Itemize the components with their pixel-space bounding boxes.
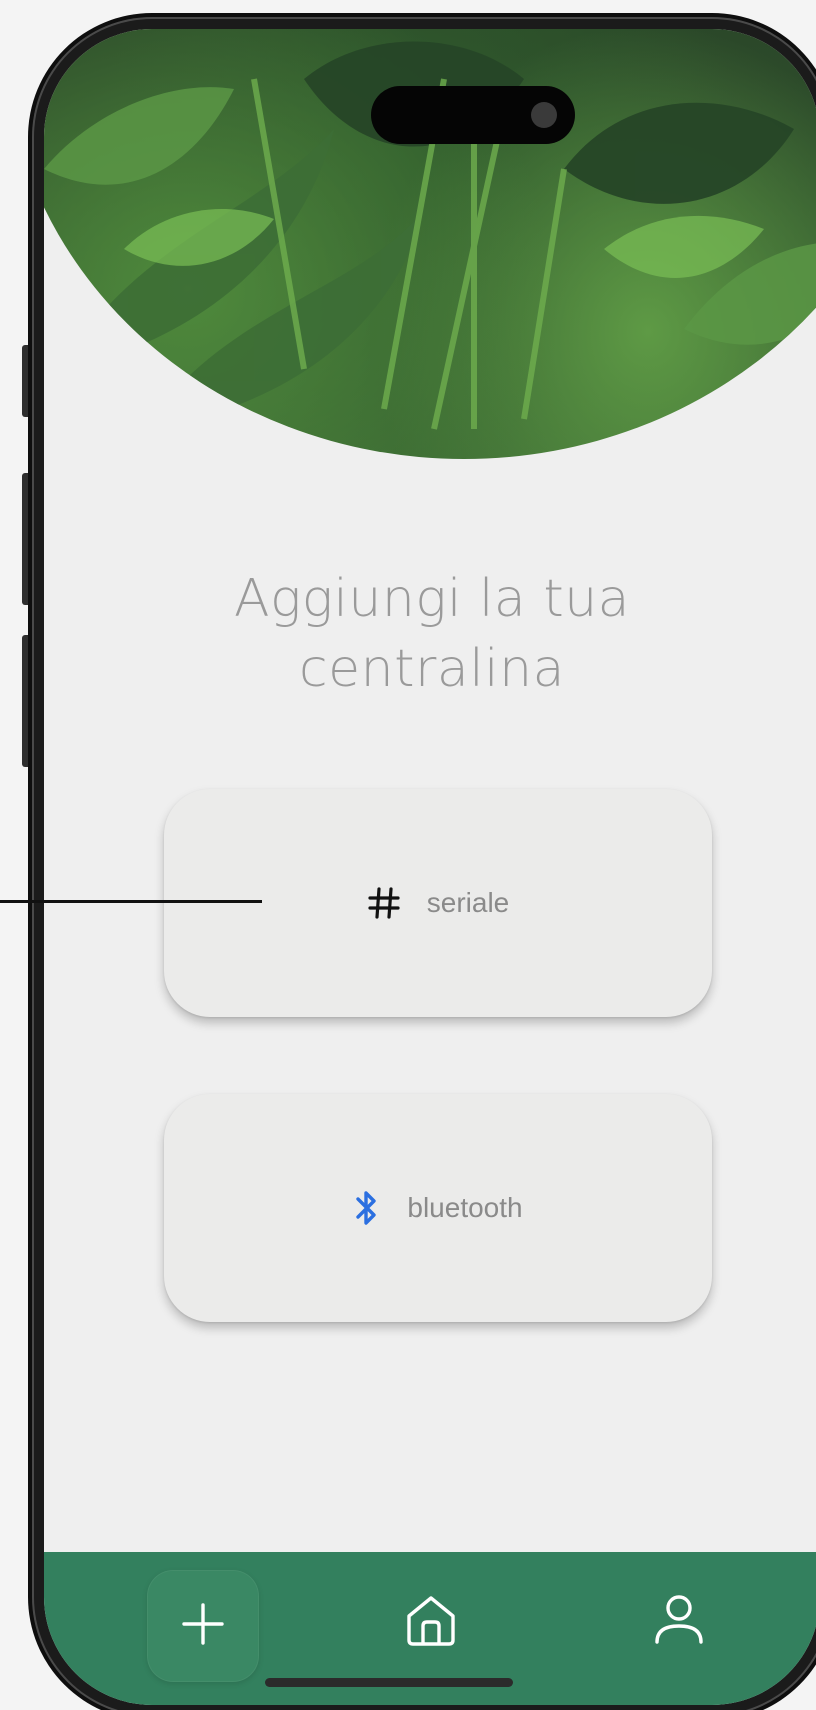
annotation-connector-line [0, 900, 262, 903]
home-indicator[interactable] [265, 1678, 513, 1687]
bluetooth-icon [353, 1188, 381, 1228]
app-mockup: Aggiungi la tua centralina seriale bluet… [0, 0, 816, 1710]
nav-profile-button[interactable] [639, 1582, 719, 1662]
phone-screen: Aggiungi la tua centralina seriale bluet… [44, 29, 816, 1705]
dynamic-island [371, 86, 575, 144]
bluetooth-option-label: bluetooth [407, 1192, 523, 1223]
user-icon [651, 1590, 707, 1655]
action-button [22, 345, 32, 417]
volume-up-button [22, 473, 32, 605]
serial-option-label: seriale [426, 887, 510, 918]
plus-icon [180, 1601, 226, 1652]
serial-option-button[interactable]: seriale [164, 789, 712, 1017]
front-camera [531, 102, 557, 128]
volume-down-button [22, 635, 32, 767]
home-icon [401, 1590, 461, 1655]
nav-add-button[interactable] [147, 1570, 259, 1682]
bluetooth-option-button[interactable]: bluetooth [164, 1094, 712, 1322]
page-title-line-1: Aggiungi la tua [233, 569, 631, 629]
phone-frame: Aggiungi la tua centralina seriale bluet… [32, 17, 816, 1710]
nav-home-button[interactable] [391, 1582, 471, 1662]
page-title-line-2: centralina [299, 639, 565, 699]
hash-icon [367, 886, 401, 920]
